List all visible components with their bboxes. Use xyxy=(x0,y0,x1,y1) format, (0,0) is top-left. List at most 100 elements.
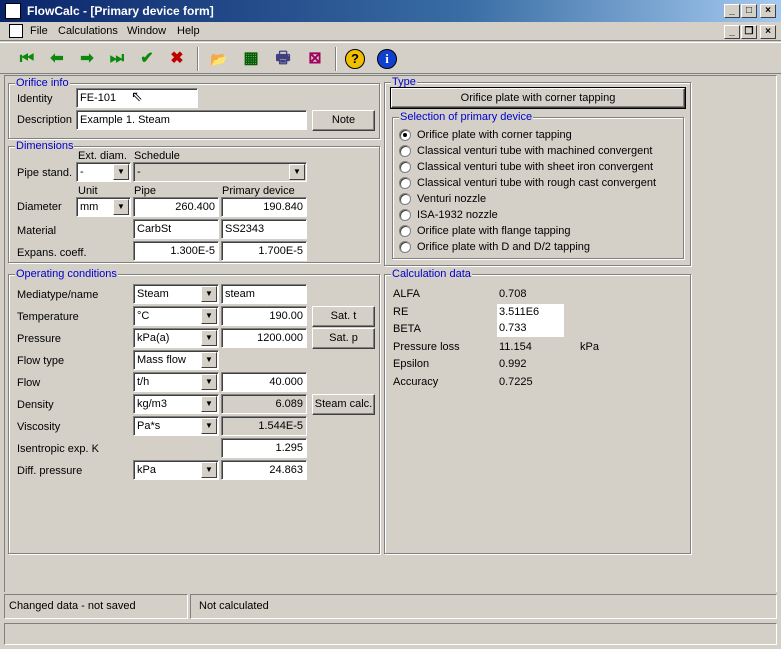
selection-title: Selection of primary device xyxy=(399,111,534,123)
flow-unit-select[interactable]: t/h ▼ xyxy=(133,372,219,392)
chart-icon[interactable]: ⊠ xyxy=(304,48,326,70)
calc-value-alfa: 0.708 xyxy=(499,288,527,300)
last-record-icon[interactable]: ⏭ xyxy=(106,48,128,70)
schedule-select[interactable]: - ▼ xyxy=(133,162,307,182)
radio-button[interactable] xyxy=(399,193,411,205)
op-row-label: Density xyxy=(17,399,54,411)
op-row-label: Diff. pressure xyxy=(17,465,83,477)
op-row-label: Viscosity xyxy=(17,421,61,433)
mdi-restore-button[interactable]: ❐ xyxy=(741,25,757,39)
flow-type-select[interactable]: Mass flow ▼ xyxy=(133,350,219,370)
previous-record-icon[interactable]: ⬅ xyxy=(46,48,68,70)
expans-primary-input[interactable]: 1.700E-5 xyxy=(221,241,307,261)
viscosity-unit-select[interactable]: Pa*s ▼ xyxy=(133,416,219,436)
menu-file[interactable]: File xyxy=(30,25,48,37)
pressure-input[interactable]: 1200.000 xyxy=(221,328,307,348)
mdi-minimize-button[interactable]: _ xyxy=(724,25,740,39)
calc-label-beta: BETA xyxy=(393,323,421,335)
diff-pressure-input[interactable]: 24.863 xyxy=(221,460,307,480)
temperature-unit-select[interactable]: °C ▼ xyxy=(133,306,219,326)
diameter-unit-select[interactable]: mm ▼ xyxy=(76,197,131,217)
radio-button[interactable] xyxy=(399,241,411,253)
menu-help[interactable]: Help xyxy=(177,25,200,37)
chevron-down-icon[interactable]: ▼ xyxy=(201,418,217,434)
op-row-label: Pressure xyxy=(17,333,62,345)
chevron-down-icon[interactable]: ▼ xyxy=(201,286,217,302)
chevron-down-icon[interactable]: ▼ xyxy=(201,374,217,390)
radio-label[interactable]: Orifice plate with corner tapping xyxy=(417,129,572,142)
sat-t-button[interactable]: Sat. t xyxy=(312,306,375,327)
material-pipe-input[interactable]: CarbSt xyxy=(133,219,219,239)
media-name-input[interactable]: steam xyxy=(221,284,307,304)
diameter-label: Diameter xyxy=(17,201,62,213)
mediatype-select[interactable]: Steam ▼ xyxy=(133,284,219,304)
radio-button[interactable] xyxy=(399,177,411,189)
steam-calc-button[interactable]: Steam calc. xyxy=(312,394,375,415)
chevron-down-icon[interactable]: ▼ xyxy=(113,199,129,215)
viscosity-output: 1.544E-5 xyxy=(221,416,307,436)
flow-input[interactable]: 40.000 xyxy=(221,372,307,392)
next-record-icon[interactable]: ➡ xyxy=(76,48,98,70)
calc-label-re: RE xyxy=(393,306,409,318)
chevron-down-icon[interactable]: ▼ xyxy=(201,462,217,478)
radio-button[interactable] xyxy=(399,161,411,173)
cancel-icon[interactable]: ✖ xyxy=(166,48,188,70)
orifice-info-title: Orifice info xyxy=(15,77,70,89)
calc-value-beta: 0.733 xyxy=(497,320,564,337)
device-type-button[interactable]: Orifice plate with corner tapping xyxy=(390,87,686,109)
chevron-down-icon[interactable]: ▼ xyxy=(113,164,129,180)
radio-label[interactable]: Classical venturi tube with rough cast c… xyxy=(417,177,656,190)
pipe-stand-select[interactable]: - ▼ xyxy=(76,162,131,182)
radio-button[interactable] xyxy=(399,209,411,221)
status-calc-state: Not calculated xyxy=(190,594,777,619)
open-folder-icon[interactable]: 📂 xyxy=(208,48,230,70)
diameter-pipe-input[interactable]: 260.400 xyxy=(133,197,219,217)
calculator-icon[interactable]: ▦ xyxy=(240,48,262,70)
expans-pipe-input[interactable]: 1.300E-5 xyxy=(133,241,219,261)
description-input[interactable]: Example 1. Steam xyxy=(76,110,307,130)
radio-button[interactable] xyxy=(399,225,411,237)
chevron-down-icon[interactable]: ▼ xyxy=(201,396,217,412)
menu-window[interactable]: Window xyxy=(127,25,166,37)
menu-calculations[interactable]: Calculations xyxy=(58,25,118,37)
radio-button[interactable] xyxy=(399,145,411,157)
temperature-input[interactable]: 190.00 xyxy=(221,306,307,326)
radio-button[interactable] xyxy=(399,129,411,141)
chevron-down-icon[interactable]: ▼ xyxy=(201,330,217,346)
chevron-down-icon[interactable]: ▼ xyxy=(289,164,305,180)
material-primary-input[interactable]: SS2343 xyxy=(221,219,307,239)
maximize-button[interactable]: □ xyxy=(741,4,757,18)
minimize-button[interactable]: _ xyxy=(724,4,740,18)
print-icon[interactable]: 🖶 xyxy=(272,48,294,70)
radio-label[interactable]: Venturi nozzle xyxy=(417,193,486,206)
window-title: FlowCalc - [Primary device form] xyxy=(27,4,214,18)
note-button[interactable]: Note xyxy=(312,110,375,131)
document-icon[interactable] xyxy=(9,24,23,38)
density-unit-select[interactable]: kg/m3 ▼ xyxy=(133,394,219,414)
radio-label[interactable]: Classical venturi tube with machined con… xyxy=(417,145,652,158)
sat-p-button[interactable]: Sat. p xyxy=(312,328,375,349)
pipe-stand-label: Pipe stand. xyxy=(17,167,73,179)
chevron-down-icon[interactable]: ▼ xyxy=(201,352,217,368)
app-icon xyxy=(5,3,21,19)
help-icon[interactable]: ? xyxy=(345,49,365,69)
close-button[interactable]: × xyxy=(760,4,776,18)
mdi-close-button[interactable]: × xyxy=(760,25,776,39)
radio-label[interactable]: Orifice plate with flange tapping xyxy=(417,225,570,238)
op-row-label: Isentropic exp. K xyxy=(17,443,99,455)
isentropic-input[interactable]: 1.295 xyxy=(221,438,307,458)
radio-label[interactable]: Orifice plate with D and D/2 tapping xyxy=(417,241,590,254)
density-output: 6.089 xyxy=(221,394,307,414)
pressure-unit-select[interactable]: kPa(a) ▼ xyxy=(133,328,219,348)
expans-coeff-label: Expans. coeff. xyxy=(17,247,87,259)
diff-pressure-unit-select[interactable]: kPa ▼ xyxy=(133,460,219,480)
first-record-icon[interactable]: ⏮ xyxy=(16,48,38,70)
chevron-down-icon[interactable]: ▼ xyxy=(201,308,217,324)
info-icon[interactable]: i xyxy=(377,49,397,69)
toolbar: ⏮ ⬅ ➡ ⏭ ✔ ✖ 📂 ▦ 🖶 ⊠ ? i xyxy=(0,42,781,74)
radio-label[interactable]: Classical venturi tube with sheet iron c… xyxy=(417,161,653,174)
accept-icon[interactable]: ✔ xyxy=(136,48,158,70)
radio-label[interactable]: ISA-1932 nozzle xyxy=(417,209,498,222)
type-title: Type xyxy=(391,76,417,88)
diameter-primary-input[interactable]: 190.840 xyxy=(221,197,307,217)
